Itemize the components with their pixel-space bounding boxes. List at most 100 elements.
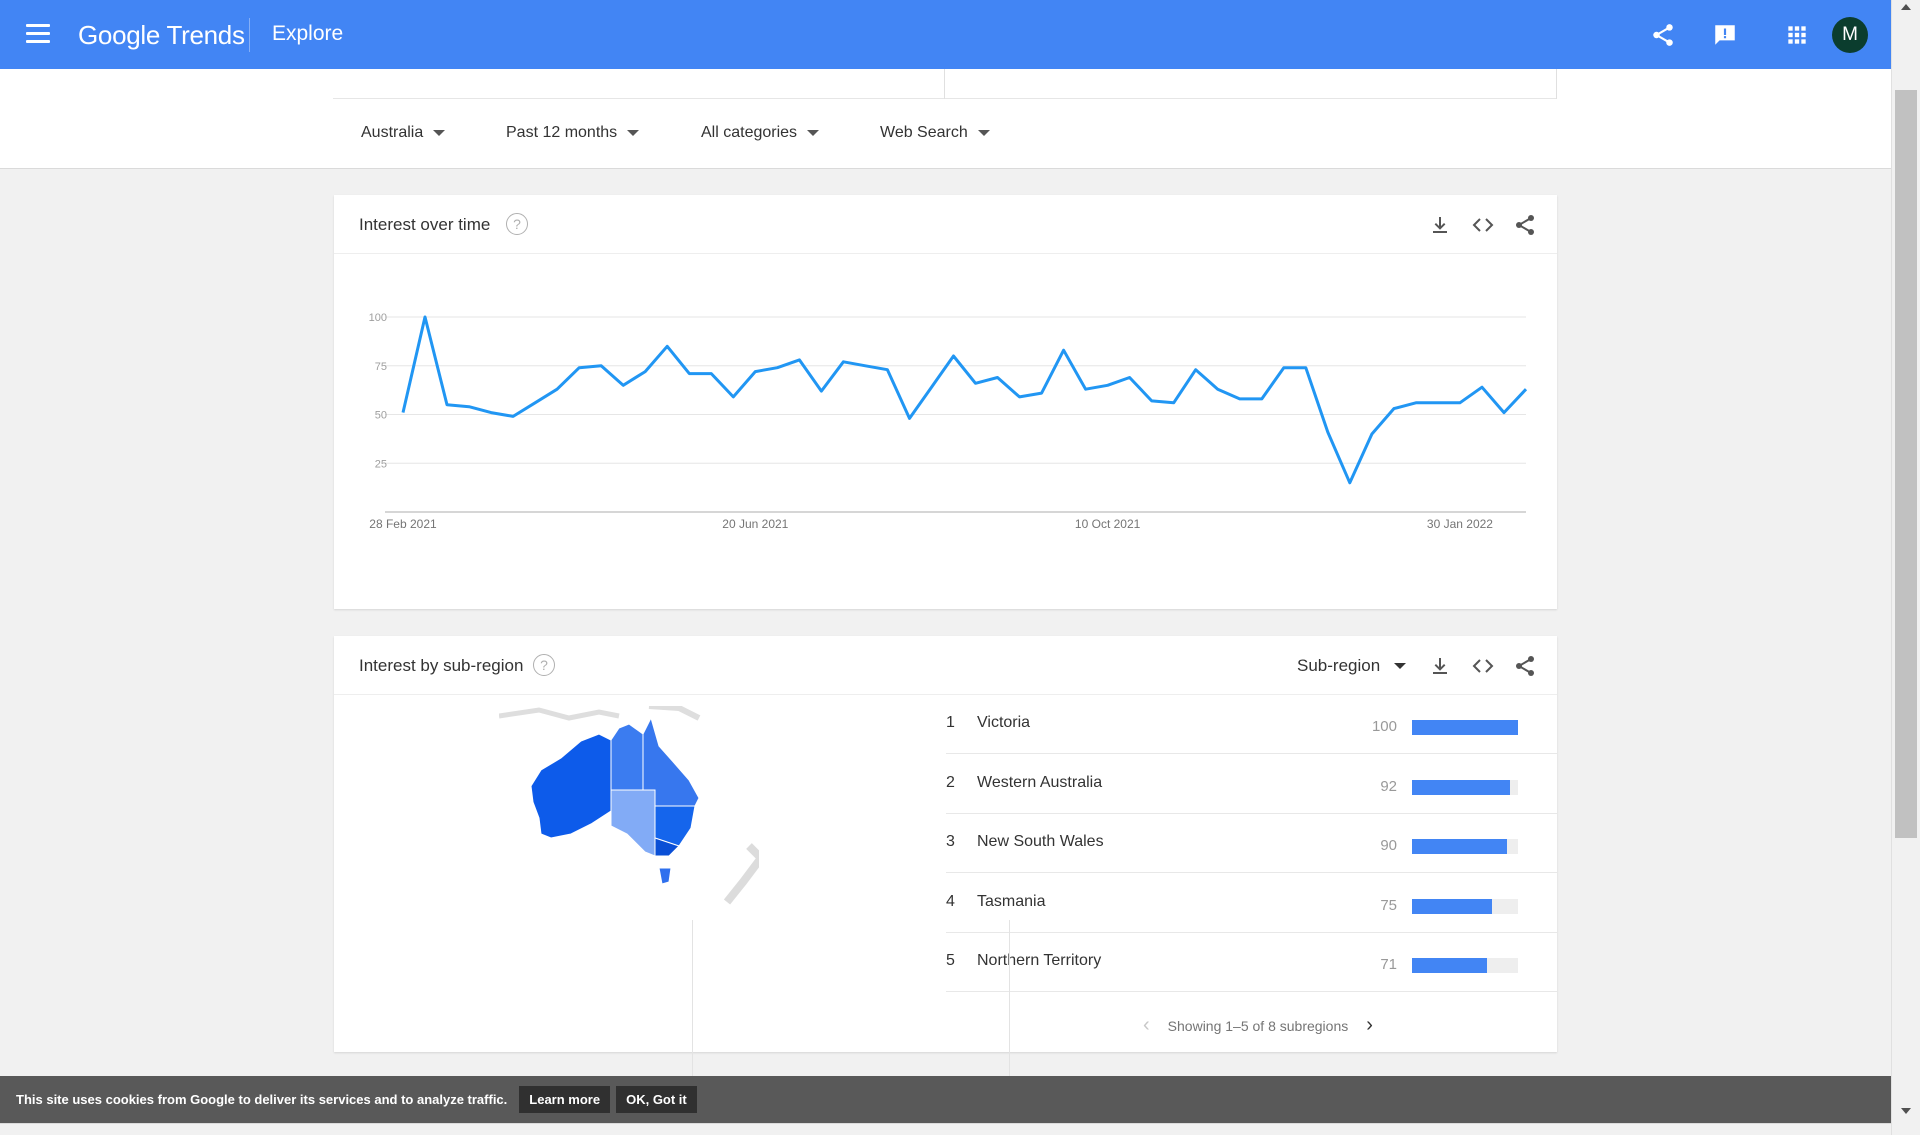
data-point[interactable] bbox=[485, 407, 497, 419]
embed-code-icon[interactable] bbox=[1471, 213, 1495, 237]
data-point[interactable] bbox=[595, 360, 607, 372]
location-filter[interactable]: Australia bbox=[361, 124, 446, 142]
data-point[interactable] bbox=[1410, 397, 1422, 409]
y-tick-label: 50 bbox=[375, 410, 387, 422]
help-icon[interactable]: ? bbox=[506, 213, 528, 235]
data-point[interactable] bbox=[1146, 395, 1158, 407]
subregion-name: Tasmania bbox=[977, 892, 1046, 910]
menu-icon[interactable] bbox=[26, 24, 50, 44]
help-icon[interactable]: ? bbox=[533, 654, 555, 676]
data-point[interactable] bbox=[837, 356, 849, 368]
map-region-western-australia[interactable] bbox=[530, 733, 612, 839]
data-point[interactable] bbox=[551, 383, 563, 395]
australia-region-map[interactable] bbox=[499, 706, 759, 916]
data-point[interactable] bbox=[1432, 397, 1444, 409]
data-point[interactable] bbox=[1300, 362, 1312, 374]
data-point[interactable] bbox=[441, 399, 453, 411]
data-point[interactable] bbox=[1520, 383, 1532, 395]
data-point[interactable] bbox=[639, 366, 651, 378]
data-point[interactable] bbox=[705, 368, 717, 380]
data-point[interactable] bbox=[683, 368, 695, 380]
data-point[interactable] bbox=[1278, 362, 1290, 374]
subregion-rank: 2 bbox=[946, 773, 955, 791]
download-icon[interactable] bbox=[1428, 213, 1452, 237]
data-point[interactable] bbox=[1344, 477, 1356, 489]
scroll-down-icon[interactable] bbox=[1901, 1108, 1911, 1114]
data-point[interactable] bbox=[1366, 428, 1378, 440]
subregion-row[interactable]: 3 New South Wales 90 bbox=[946, 814, 1557, 873]
data-point[interactable] bbox=[1454, 397, 1466, 409]
data-point[interactable] bbox=[529, 397, 541, 409]
feedback-icon[interactable] bbox=[1712, 22, 1738, 48]
share-icon[interactable] bbox=[1513, 654, 1537, 678]
previous-page-icon[interactable]: ‹ bbox=[1143, 1014, 1150, 1037]
embed-code-icon[interactable] bbox=[1471, 654, 1495, 678]
apps-grid-icon[interactable] bbox=[1784, 22, 1810, 48]
resolution-select-label: Sub-region bbox=[1297, 656, 1381, 675]
subregion-value: 100 bbox=[1371, 718, 1397, 735]
data-point[interactable] bbox=[1476, 381, 1488, 393]
google-trends-logo[interactable]: Google Trends bbox=[78, 20, 245, 51]
data-point[interactable] bbox=[1388, 403, 1400, 415]
data-point[interactable] bbox=[1212, 383, 1224, 395]
data-point[interactable] bbox=[617, 379, 629, 391]
subregion-row[interactable]: 2 Western Australia 92 bbox=[946, 755, 1557, 814]
scroll-up-icon[interactable] bbox=[1901, 4, 1911, 10]
download-icon[interactable] bbox=[1428, 654, 1452, 678]
subregion-rank: 4 bbox=[946, 892, 955, 910]
category-filter[interactable]: All categories bbox=[701, 124, 820, 142]
data-point[interactable] bbox=[419, 311, 431, 323]
data-point[interactable] bbox=[970, 377, 982, 389]
time-range-filter[interactable]: Past 12 months bbox=[506, 124, 640, 142]
data-point[interactable] bbox=[1498, 407, 1510, 419]
data-point[interactable] bbox=[397, 407, 409, 419]
category-filter-label: All categories bbox=[701, 124, 798, 141]
data-point[interactable] bbox=[793, 354, 805, 366]
data-point[interactable] bbox=[1322, 426, 1334, 438]
data-point[interactable] bbox=[1036, 387, 1048, 399]
data-point[interactable] bbox=[1080, 383, 1092, 395]
data-point[interactable] bbox=[815, 385, 827, 397]
map-region-tasmania[interactable] bbox=[658, 867, 672, 885]
data-point[interactable] bbox=[463, 401, 475, 413]
subregion-row[interactable]: 4 Tasmania 75 bbox=[946, 874, 1557, 933]
data-point[interactable] bbox=[1190, 364, 1202, 376]
data-point[interactable] bbox=[1168, 397, 1180, 409]
ok-got-it-button[interactable]: OK, Got it bbox=[616, 1086, 697, 1113]
data-point[interactable] bbox=[1234, 393, 1246, 405]
subregion-row[interactable]: 1 Victoria 100 bbox=[946, 695, 1557, 754]
account-avatar[interactable]: M bbox=[1832, 17, 1868, 53]
data-point[interactable] bbox=[859, 360, 871, 372]
data-point[interactable] bbox=[727, 391, 739, 403]
caret-down-icon bbox=[807, 130, 820, 136]
resolution-select[interactable]: Sub-region bbox=[1297, 656, 1407, 676]
data-point[interactable] bbox=[749, 366, 761, 378]
search-type-filter[interactable]: Web Search bbox=[880, 124, 990, 142]
data-point[interactable] bbox=[903, 412, 915, 424]
data-point[interactable] bbox=[947, 350, 959, 362]
data-point[interactable] bbox=[881, 364, 893, 376]
map-region-south-australia[interactable] bbox=[610, 789, 656, 857]
share-icon[interactable] bbox=[1650, 22, 1676, 48]
map-region-northern-territory[interactable] bbox=[610, 723, 644, 791]
data-point[interactable] bbox=[1014, 391, 1026, 403]
next-page-icon[interactable]: › bbox=[1366, 1014, 1373, 1037]
data-point[interactable] bbox=[1102, 379, 1114, 391]
subregion-row[interactable]: 5 Northern Territory 71 bbox=[946, 933, 1557, 992]
data-point[interactable] bbox=[1124, 371, 1136, 383]
subregion-value: 75 bbox=[1380, 896, 1397, 914]
data-point[interactable] bbox=[771, 362, 783, 374]
scrollbar-thumb[interactable] bbox=[1895, 90, 1917, 838]
data-point[interactable] bbox=[925, 381, 937, 393]
data-point[interactable] bbox=[661, 340, 673, 352]
data-point[interactable] bbox=[573, 362, 585, 374]
data-point[interactable] bbox=[992, 371, 1004, 383]
data-point[interactable] bbox=[507, 410, 519, 422]
y-tick-label: 100 bbox=[369, 312, 387, 324]
data-point[interactable] bbox=[1256, 393, 1268, 405]
data-point[interactable] bbox=[1058, 344, 1070, 356]
learn-more-button[interactable]: Learn more bbox=[519, 1086, 611, 1113]
share-icon[interactable] bbox=[1513, 213, 1537, 237]
interest-over-time-card: Interest over time ? 100 75 50 25 28 Feb 20… bbox=[334, 195, 1557, 609]
page-scrollbar[interactable] bbox=[1891, 0, 1920, 1135]
